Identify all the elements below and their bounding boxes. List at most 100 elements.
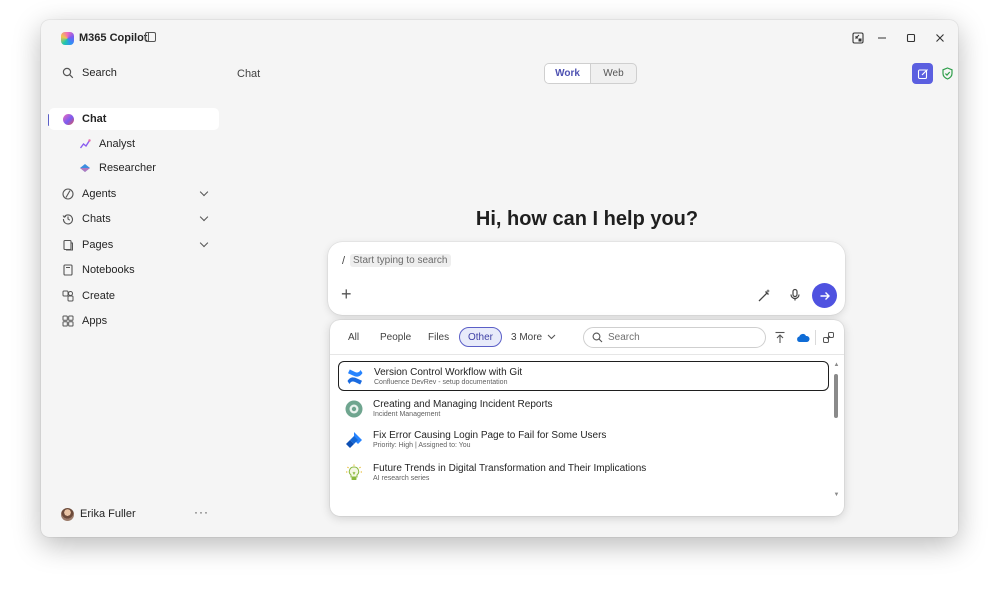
sidebar-item-label: Researcher — [99, 162, 156, 174]
chevron-down-icon — [547, 334, 556, 340]
result-row[interactable]: Fix Error Causing Login Page to Fail for… — [338, 425, 829, 455]
send-button[interactable] — [812, 283, 837, 308]
sidebar-item-label: Create — [82, 290, 116, 302]
sidebar-item-agents[interactable]: Agents — [49, 183, 219, 205]
result-subtitle: Priority: High | Assigned to: You — [373, 442, 471, 449]
result-row[interactable]: Version Control Workflow with Git Conflu… — [338, 361, 829, 391]
sidebar-item-label: Pages — [82, 239, 114, 251]
minimize-button[interactable] — [870, 28, 894, 48]
incident-icon — [344, 399, 364, 419]
work-web-toggle: Work Web — [544, 63, 637, 84]
analyst-icon — [77, 136, 93, 152]
scroll-up-icon[interactable]: ▲ — [833, 362, 840, 368]
breadcrumb: Chat — [237, 68, 261, 80]
notebook-icon — [60, 262, 76, 278]
maximize-button[interactable] — [899, 28, 923, 48]
filter-tab-files[interactable]: Files — [428, 327, 449, 347]
sidebar-item-pages[interactable]: Pages — [49, 234, 219, 256]
user-name: Erika Fuller — [80, 508, 136, 520]
result-title: Creating and Managing Incident Reports — [373, 399, 553, 410]
result-row[interactable]: Creating and Managing Incident Reports I… — [338, 394, 829, 424]
result-row[interactable]: Future Trends in Digital Transformation … — [338, 458, 829, 488]
title-bar: M365 Copilot — [41, 20, 958, 56]
scroll-down-icon[interactable]: ▼ — [833, 492, 840, 498]
app-title: M365 Copilot — [79, 32, 148, 44]
snap-icon[interactable] — [846, 28, 870, 48]
compose-icon — [917, 68, 928, 79]
sidebar-item-label: Search — [82, 67, 117, 79]
sidebar-item-label: Agents — [82, 188, 117, 200]
tab-web[interactable]: Web — [591, 64, 636, 83]
upload-icon[interactable] — [772, 330, 787, 345]
jira-icon — [344, 430, 364, 450]
onedrive-icon[interactable] — [795, 330, 810, 345]
sidebar-item-label: Notebooks — [82, 264, 135, 276]
sidebar-item-analyst[interactable]: Analyst — [49, 133, 219, 155]
sidebar-toggle-icon[interactable] — [145, 32, 156, 42]
chevron-down-icon[interactable] — [199, 238, 209, 248]
sidebar-item-researcher[interactable]: Researcher — [49, 157, 219, 179]
copilot-logo-icon — [61, 32, 74, 45]
pages-icon — [60, 237, 76, 253]
slash-command: / — [342, 255, 346, 267]
picker-divider — [330, 354, 844, 355]
more-tabs-label: 3 More — [511, 331, 543, 343]
app-window: M365 Copilot Search Chat Analyst Researc… — [41, 20, 958, 537]
microphone-icon[interactable] — [786, 286, 804, 304]
avatar — [61, 507, 74, 521]
agents-icon — [60, 186, 76, 202]
search-placeholder: Search — [608, 332, 640, 343]
link-plug-icon[interactable] — [821, 330, 836, 345]
scroll-thumb[interactable] — [834, 374, 838, 418]
sidebar-item-apps[interactable]: Apps — [49, 310, 219, 332]
sidebar-item-notebooks[interactable]: Notebooks — [49, 259, 219, 281]
results-scrollbar[interactable]: ▲ ▼ — [833, 362, 840, 498]
copilot-chat-icon — [60, 111, 76, 127]
user-profile[interactable]: Erika Fuller ··· — [49, 504, 219, 524]
composer-placeholder[interactable]: Start typing to search — [350, 254, 451, 267]
result-subtitle: AI research series — [373, 475, 430, 482]
search-icon — [60, 65, 76, 81]
greeting-heading: Hi, how can I help you? — [475, 208, 699, 230]
sidebar-item-chat[interactable]: Chat — [49, 108, 219, 130]
chevron-down-icon[interactable] — [199, 212, 209, 222]
new-chat-button[interactable] — [912, 63, 933, 84]
apps-icon — [60, 313, 76, 329]
sidebar-item-search[interactable]: Search — [49, 62, 219, 84]
chevron-down-icon[interactable] — [199, 187, 209, 197]
lightbulb-icon — [344, 463, 364, 483]
more-options-icon[interactable]: ··· — [194, 505, 209, 519]
result-title: Future Trends in Digital Transformation … — [373, 463, 647, 474]
result-subtitle: Confluence DevRev - setup documentation — [374, 379, 508, 386]
arrow-right-icon — [820, 291, 830, 300]
sidebar-item-label: Analyst — [99, 138, 136, 150]
add-attachment-button[interactable]: + — [341, 285, 352, 303]
sidebar-item-create[interactable]: Create — [49, 285, 219, 307]
create-icon — [60, 288, 76, 304]
context-picker: All People Files Other 3 More Search Ver… — [330, 320, 844, 516]
toolbar-divider — [815, 330, 816, 345]
confluence-icon — [345, 367, 365, 387]
result-title: Fix Error Causing Login Page to Fail for… — [373, 430, 607, 441]
result-subtitle: Incident Management — [373, 411, 441, 418]
sidebar-item-label: Apps — [82, 315, 108, 327]
sidebar-item-label: Chats — [82, 213, 111, 225]
tab-work[interactable]: Work — [545, 64, 591, 83]
main-panel: Chat Work Web ··· Hi, how can I help you… — [224, 56, 958, 537]
filter-tab-all[interactable]: All — [348, 327, 359, 347]
filter-tab-other[interactable]: Other — [459, 327, 503, 347]
sidebar: Search Chat Analyst Researcher Agents Ch… — [41, 56, 224, 537]
prompt-magic-icon[interactable] — [755, 286, 773, 304]
chat-composer[interactable]: / Start typing to search + — [328, 242, 845, 315]
sidebar-item-label: Chat — [82, 113, 107, 125]
researcher-icon — [77, 160, 93, 176]
result-title: Version Control Workflow with Git — [374, 367, 523, 378]
sidebar-item-chats[interactable]: Chats — [49, 208, 219, 230]
filter-tab-more[interactable]: 3 More — [511, 327, 556, 347]
filter-tab-people[interactable]: People — [380, 327, 411, 347]
shield-check-icon[interactable] — [937, 63, 958, 84]
history-icon — [60, 211, 76, 227]
picker-search-field[interactable]: Search — [583, 327, 766, 348]
close-button[interactable] — [928, 28, 952, 48]
search-icon — [592, 332, 603, 343]
